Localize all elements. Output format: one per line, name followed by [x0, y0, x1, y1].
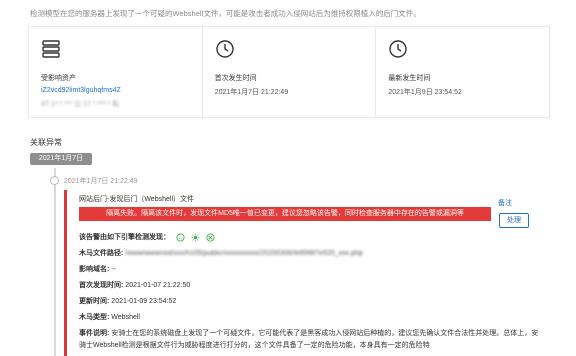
date-group-pill: 2021年1月7日	[30, 153, 92, 165]
domain-row: 影响域名: --	[79, 264, 116, 274]
type-row: 木马类型: Webshell	[79, 312, 140, 322]
clock-icon	[389, 40, 408, 58]
remark-link[interactable]: 备注	[498, 198, 512, 208]
type-label: 木马类型:	[79, 314, 110, 321]
domain-label: 影响域名:	[79, 266, 110, 273]
path-label: 木马文件路径:	[79, 250, 124, 257]
last-time-label: 最新发生时间	[388, 75, 431, 82]
engines-row: 该告警由如下引擎检测发现： A	[79, 232, 215, 242]
first-found-label: 首次发现时间:	[79, 282, 124, 289]
timeline-dot	[50, 176, 59, 185]
timeline-line	[54, 168, 56, 356]
related-anomalies-title: 关联异常	[30, 138, 62, 147]
first-found-value: 2021-01-07 21:22:50	[125, 282, 191, 289]
engine-grid-icon	[206, 233, 215, 242]
event-title: 网站后门-发现后门（Webshell）文件	[79, 196, 194, 203]
first-time-value: 2021年1月7日 21:22:49	[214, 89, 289, 96]
last-occurrence-card: 最新发生时间 2021年1月9日 23:54:52	[376, 27, 549, 117]
asset-ip-address: 47.1*.*.*** 公 17.*.***.* 私	[41, 101, 120, 108]
type-value: Webshell	[111, 314, 140, 321]
update-label: 更新时间:	[79, 298, 110, 305]
isolation-failed-alert: 隔离失败。隔离该文件时，发现文件MD5唯一值已变更，建议您忽略该告警，同时检查服…	[79, 207, 491, 221]
engine-icons: A	[176, 233, 215, 242]
first-time-label: 首次发生时间	[214, 75, 257, 82]
page-description: 检测模型在您的服务器上发现了一个可疑的Webshell文件，可能是攻击者成功入侵…	[30, 9, 421, 18]
description-value: 安骑士在您的系统磁盘上发现了一个可疑文件，它可能代表了是黑客成功入侵网站后种植的…	[79, 330, 539, 349]
description-row: 事件说明: 安骑士在您的系统磁盘上发现了一个可疑文件，它可能代表了是黑客成功入侵…	[79, 328, 539, 352]
path-row: 木马文件路径: /www/wwwroot/xxx/h105/public/xxx…	[79, 248, 363, 258]
event-time: 2021年1月7日 21:22:49	[64, 178, 138, 185]
engine-sun-icon	[191, 233, 200, 242]
first-found-row: 首次发现时间: 2021-01-07 21:22:50	[79, 280, 190, 290]
svg-text:A: A	[179, 235, 182, 240]
affected-asset-card: 受影响资产 iZ2vcd92limt3lguhqfms4Z 47.1*.*.**…	[29, 27, 203, 117]
engines-label: 该告警由如下引擎检测发现：	[79, 234, 170, 241]
engine-a-icon: A	[176, 233, 185, 242]
anomaly-event: 网站后门-发现后门（Webshell）文件 备注 隔离失败。隔离该文件时，发现文…	[64, 190, 538, 356]
asset-label: 受影响资产	[41, 75, 76, 82]
handle-button[interactable]: 处理	[499, 213, 529, 228]
asset-instance-link[interactable]: iZ2vcd92limt3lguhqfms4Z	[41, 87, 121, 94]
clock-icon	[215, 40, 234, 58]
summary-cards: 受影响资产 iZ2vcd92limt3lguhqfms4Z 47.1*.*.**…	[28, 26, 550, 118]
server-icon	[42, 40, 60, 58]
update-row: 更新时间: 2021-01-09 23:54:52	[79, 296, 176, 306]
last-time-value: 2021年1月9日 23:54:52	[388, 89, 462, 96]
update-value: 2021-01-09 23:54:52	[111, 298, 177, 305]
description-label: 事件说明:	[79, 330, 110, 337]
domain-value: --	[111, 266, 116, 273]
path-value: /www/wwwroot/xxx/h105/public/xxxxxxxxxx/…	[125, 250, 363, 257]
first-occurrence-card: 首次发生时间 2021年1月7日 21:22:49	[203, 27, 377, 117]
